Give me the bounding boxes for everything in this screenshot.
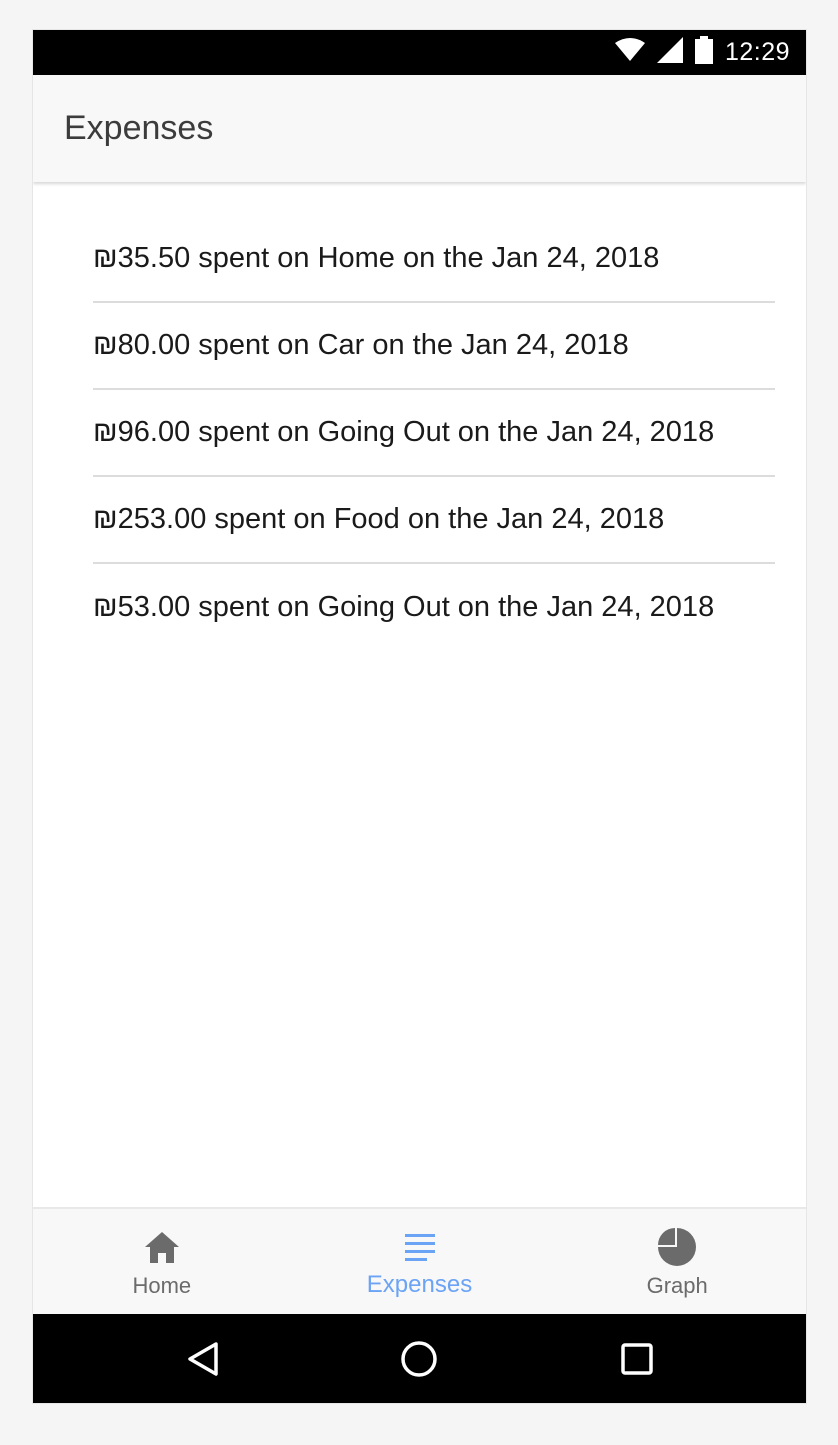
nav-item-home[interactable]: Home (33, 1209, 291, 1314)
expense-list: ₪35.50 spent on Home on the Jan 24, 2018… (93, 216, 775, 651)
home-icon (142, 1227, 182, 1267)
nav-label-home: Home (132, 1273, 192, 1298)
nav-item-graph[interactable]: Graph (548, 1209, 806, 1314)
recents-icon[interactable] (597, 1314, 677, 1403)
expense-list-item[interactable]: ₪96.00 spent on Going Out on the Jan 24,… (93, 390, 775, 477)
nav-label-graph: Graph (646, 1273, 708, 1298)
expense-list-item[interactable]: ₪53.00 spent on Going Out on the Jan 24,… (93, 564, 775, 651)
wifi-icon (614, 38, 645, 67)
status-time: 12:29 (724, 38, 790, 66)
pie-chart-icon (657, 1227, 697, 1267)
app-bar: Expenses (33, 75, 806, 182)
system-navigation-bar (33, 1314, 806, 1403)
status-bar: 12:29 (33, 30, 806, 75)
nav-label-expenses: Expenses (366, 1271, 473, 1298)
battery-icon (694, 36, 713, 69)
expense-list-item[interactable]: ₪80.00 spent on Car on the Jan 24, 2018 (93, 303, 775, 390)
expense-list-item[interactable]: ₪35.50 spent on Home on the Jan 24, 2018 (93, 216, 775, 303)
phone-screen: 12:29 Expenses ₪35.50 spent on Home on t… (33, 30, 806, 1403)
cell-signal-icon (656, 37, 683, 68)
expense-list-container: ₪35.50 spent on Home on the Jan 24, 2018… (33, 182, 806, 1208)
expense-list-item[interactable]: ₪253.00 spent on Food on the Jan 24, 201… (93, 477, 775, 564)
bottom-navigation: Home Expenses Graph (33, 1207, 806, 1314)
nav-item-expenses[interactable]: Expenses (291, 1209, 549, 1314)
page-title: Expenses (64, 109, 214, 147)
status-icons: 12:29 (614, 30, 790, 75)
list-icon (400, 1227, 440, 1267)
back-icon[interactable] (163, 1314, 243, 1403)
home-circle-icon[interactable] (379, 1314, 459, 1403)
